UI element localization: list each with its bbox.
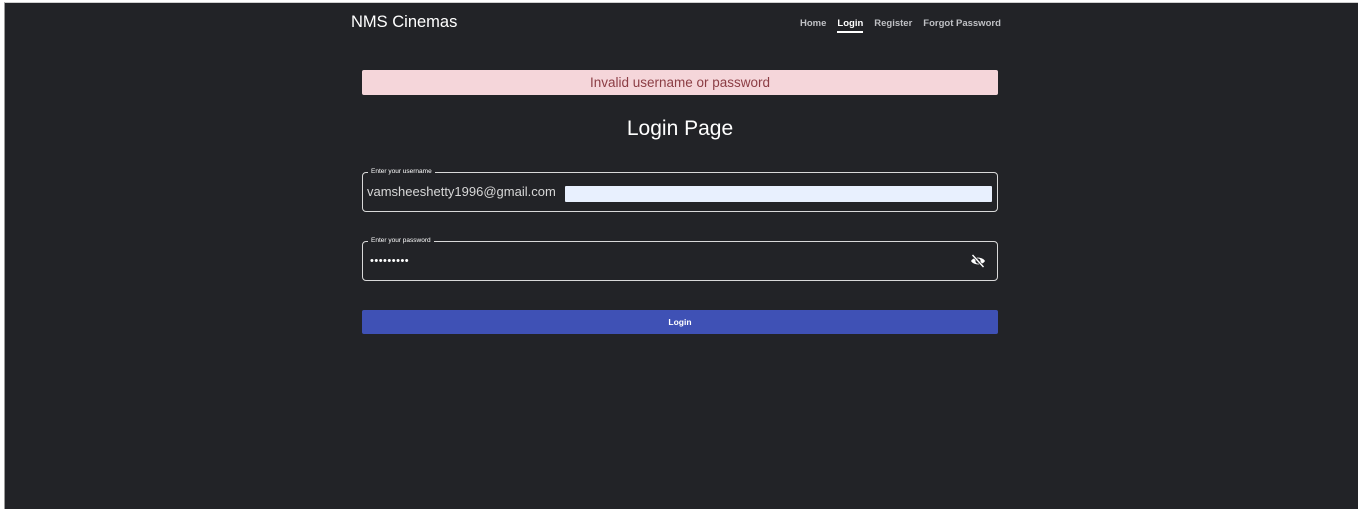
brand-title[interactable]: NMS Cinemas (351, 13, 457, 32)
error-alert: Invalid username or password (362, 70, 998, 95)
password-field[interactable]: Enter your password ••••••••• (362, 236, 998, 281)
password-masked-value[interactable]: ••••••••• (370, 255, 409, 267)
nav-home[interactable]: Home (800, 18, 826, 33)
username-value[interactable]: vamsheeshetty1996@gmail.com (367, 184, 556, 200)
password-label: Enter your password (368, 236, 434, 246)
eye-off-icon[interactable] (970, 254, 986, 268)
username-field[interactable]: Enter your username vamsheeshetty1996@gm… (362, 167, 998, 212)
login-button[interactable]: Login (362, 310, 998, 334)
nav-register[interactable]: Register (874, 18, 912, 33)
eye-off-icon-graphic (971, 254, 985, 268)
top-nav: Home Login Register Forgot Password (800, 18, 1001, 33)
page-title: Login Page (626, 117, 734, 140)
nav-login[interactable]: Login (837, 18, 864, 33)
username-label: Enter your username (368, 167, 435, 177)
autofill-highlight[interactable] (565, 186, 992, 202)
app-window: NMS Cinemas Home Login Register Forgot P… (4, 2, 1358, 509)
nav-forgot-password[interactable]: Forgot Password (923, 18, 1001, 33)
